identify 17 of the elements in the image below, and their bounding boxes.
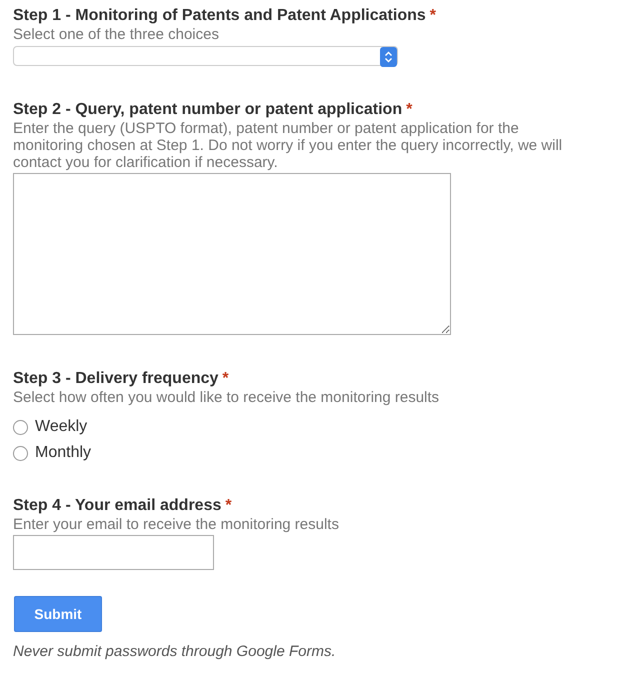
option-label[interactable]: Monthly xyxy=(35,444,92,462)
help-text: Enter the query (USPTO format), patent number or patent application for the monitoring chosen at Step 1. Do not worry if you enter the query incorrectly, we will contact you for clarification if necessary. xyxy=(13,120,564,171)
footer-note: Never submit passwords through Google Forms. xyxy=(13,643,337,660)
query-field[interactable] xyxy=(13,173,451,335)
email-field[interactable] xyxy=(13,535,214,570)
stepper-icon xyxy=(380,47,397,67)
help-text: Enter your email to receive the monitoring results xyxy=(13,516,340,533)
question-title: Step 3 - Delivery frequency * xyxy=(13,369,230,389)
help-text: Select one of the three choices xyxy=(13,26,220,43)
radio-button[interactable] xyxy=(13,420,28,434)
option-label[interactable]: Weekly xyxy=(35,418,88,436)
help-text: Select how often you would like to receive the monitoring results xyxy=(13,389,440,406)
radio-button[interactable] xyxy=(13,446,28,460)
question-title: Step 4 - Your email address * xyxy=(13,496,233,516)
question-title: Step 1 - Monitoring of Patents and Patent Applications * xyxy=(13,6,437,26)
question-title: Step 2 - Query, patent number or patent application * xyxy=(13,100,414,120)
dropdown-field[interactable] xyxy=(13,46,398,66)
